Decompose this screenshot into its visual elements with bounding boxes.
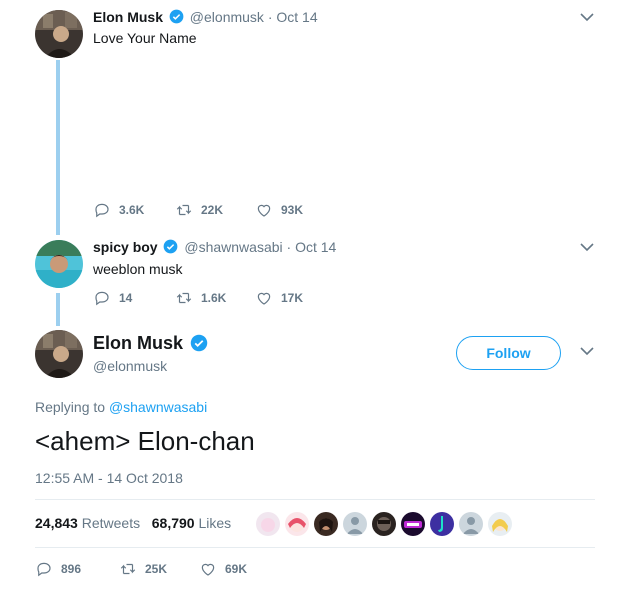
chevron-down-icon[interactable] [580, 12, 594, 22]
liker-avatar[interactable] [372, 512, 396, 536]
replying-prefix: Replying to [35, 399, 106, 415]
chevron-down-icon[interactable] [580, 346, 594, 356]
retweets-stat[interactable]: 24,843 Retweets [35, 515, 144, 531]
retweet-icon [120, 563, 136, 575]
follow-button[interactable]: Follow [456, 336, 561, 370]
like-button[interactable]: 69K [199, 560, 247, 578]
tweet-actions: 3.6K 22K 93K [93, 201, 393, 221]
reply-icon [95, 291, 109, 306]
separator-dot: · [267, 9, 273, 25]
separator-dot: · [286, 239, 292, 255]
retweets-stat-label: Retweets [81, 515, 141, 531]
tweet-timestamp[interactable]: 12:55 AM - 14 Oct 2018 [35, 470, 183, 486]
tweet-text: weeblon musk [93, 261, 183, 277]
liker-avatar[interactable] [459, 512, 483, 536]
liker-avatar[interactable] [430, 512, 454, 536]
reply-icon [37, 562, 51, 577]
tweet-header: Elon Musk @elonmusk · Oct 14 [93, 9, 318, 25]
tweet-actions: 14 1.6K 17K [93, 289, 393, 309]
likes-stat-label: Likes [198, 515, 232, 531]
author-handle[interactable]: @elonmusk [190, 9, 264, 25]
reply-button[interactable]: 896 [35, 560, 81, 578]
avatar-elon-image [35, 10, 83, 58]
default-avatar-icon [463, 517, 479, 534]
like-count: 69K [225, 562, 248, 576]
heart-icon [257, 204, 271, 217]
avatar[interactable] [35, 10, 83, 58]
tweet-time[interactable]: Oct 14 [276, 9, 317, 25]
retweet-count: 1.6K [201, 291, 227, 305]
retweet-count: 22K [201, 203, 224, 217]
like-button[interactable]: 93K [255, 201, 303, 219]
retweet-button[interactable]: 25K [119, 560, 167, 578]
tweet-header: spicy boy @shawnwasabi · Oct 14 [93, 239, 336, 255]
liker-avatar[interactable] [343, 512, 367, 536]
retweets-stat-count: 24,843 [35, 515, 78, 531]
author-name[interactable]: spicy boy [93, 239, 158, 255]
verified-badge-icon [169, 9, 184, 24]
avatar[interactable] [35, 330, 83, 378]
reply-button[interactable]: 14 [93, 289, 132, 307]
tweet-text: Love Your Name [93, 30, 197, 46]
replying-to: Replying to @shawnwasabi [35, 399, 207, 415]
avatar-spicy-boy-image [35, 240, 83, 288]
heart-icon [257, 292, 271, 305]
retweet-button[interactable]: 1.6K [175, 289, 226, 307]
tweet-elon-1[interactable]: Elon Musk @elonmusk · Oct 14 Love Your N… [0, 0, 628, 230]
liker-image [260, 518, 276, 532]
default-avatar-icon [347, 517, 363, 534]
tweet-time[interactable]: Oct 14 [295, 239, 336, 255]
main-author-name[interactable]: Elon Musk [93, 333, 210, 354]
liker-avatar[interactable] [401, 512, 425, 536]
reply-count: 14 [119, 291, 133, 305]
liker-image [319, 518, 333, 532]
tweet-spicy-boy[interactable]: spicy boy @shawnwasabi · Oct 14 weeblon … [0, 230, 628, 325]
like-count: 17K [281, 291, 304, 305]
liker-image [377, 517, 391, 531]
liker-avatar[interactable] [256, 512, 280, 536]
avatar[interactable] [35, 240, 83, 288]
author-name[interactable]: Elon Musk [93, 333, 183, 353]
verified-badge-icon [190, 334, 208, 352]
reply-count: 896 [61, 562, 82, 576]
liker-image [438, 516, 443, 532]
liker-image [404, 521, 422, 528]
reply-count: 3.6K [119, 203, 145, 217]
main-tweet-text: <ahem> Elon-chan [35, 426, 255, 456]
heart-icon [201, 563, 215, 576]
author-handle[interactable]: @shawnwasabi [184, 239, 282, 255]
retweet-button[interactable]: 22K [175, 201, 223, 219]
divider [35, 547, 595, 548]
verified-badge-icon [164, 239, 178, 254]
replying-to-link[interactable]: @shawnwasabi [109, 399, 207, 415]
like-button[interactable]: 17K [255, 289, 303, 307]
reply-icon [95, 203, 109, 218]
liker-image [288, 518, 306, 532]
author-name[interactable]: Elon Musk [93, 9, 163, 25]
avatar-elon-image [35, 330, 83, 378]
main-author-handle[interactable]: @elonmusk [93, 358, 167, 374]
reply-button[interactable]: 3.6K [93, 201, 144, 219]
retweet-icon [176, 292, 192, 304]
tweet-stats: 24,843 Retweets 68,790 Likes [35, 515, 231, 531]
liker-avatar[interactable] [314, 512, 338, 536]
liker-image [492, 519, 508, 532]
likes-stat[interactable]: 68,790 Likes [152, 515, 231, 531]
liker-avatar[interactable] [285, 512, 309, 536]
retweet-icon [176, 204, 192, 216]
chevron-down-icon[interactable] [580, 242, 594, 252]
retweet-count: 25K [145, 562, 168, 576]
like-count: 93K [281, 203, 304, 217]
liker-avatar[interactable] [488, 512, 512, 536]
likes-stat-count: 68,790 [151, 515, 195, 531]
divider [35, 499, 595, 500]
